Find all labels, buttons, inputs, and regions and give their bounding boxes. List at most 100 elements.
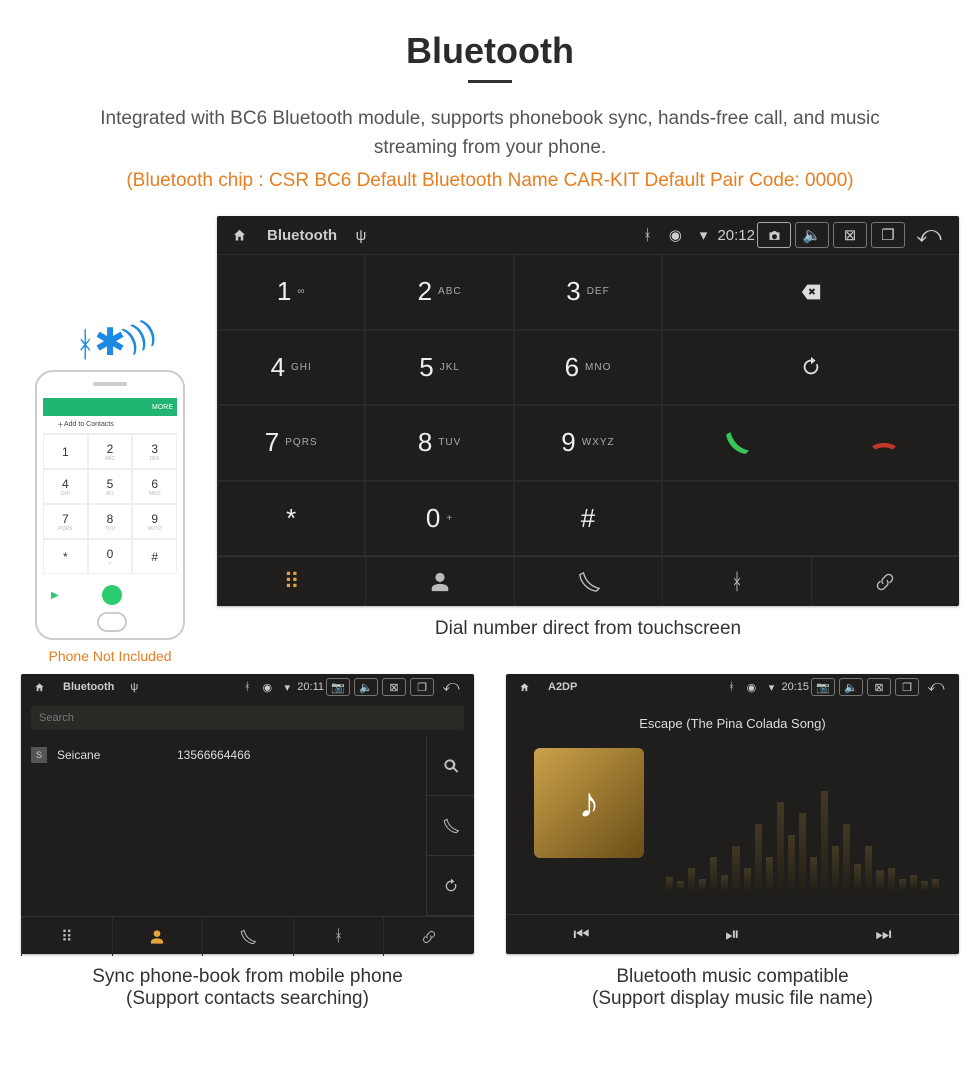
volume-icon[interactable]: 🔈 bbox=[354, 678, 378, 696]
music-caption: Bluetooth music compatible (Support disp… bbox=[506, 966, 959, 1010]
phone-key-3: 3DEF bbox=[132, 434, 177, 469]
key-5[interactable]: 5JKL bbox=[365, 330, 513, 406]
contacts-status-time: 20:11 bbox=[297, 681, 324, 693]
page-specs: (Bluetooth chip : CSR BC6 Default Blueto… bbox=[15, 170, 965, 192]
backspace-button[interactable] bbox=[662, 254, 959, 330]
phone-add-contacts: Add to Contacts bbox=[64, 421, 114, 428]
end-call-button[interactable] bbox=[811, 430, 958, 456]
camera-icon[interactable]: 📷 bbox=[811, 678, 835, 696]
nav-keypad-icon[interactable]: ⠿ bbox=[217, 557, 365, 606]
key-4[interactable]: 4GHI bbox=[217, 330, 365, 406]
key-*[interactable]: * bbox=[217, 481, 365, 557]
recent-apps-icon[interactable]: ❐ bbox=[410, 678, 434, 696]
nav-contacts-icon[interactable] bbox=[365, 557, 513, 606]
dialer-caption: Dial number direct from touchscreen bbox=[217, 618, 959, 640]
call-button[interactable] bbox=[663, 430, 810, 456]
volume-icon[interactable]: 🔈 bbox=[795, 222, 829, 248]
phone-caption: Phone Not Included bbox=[21, 648, 199, 664]
phone-call-icon bbox=[102, 585, 122, 605]
back-icon[interactable]: ⤺ bbox=[921, 678, 951, 696]
close-icon[interactable]: ⊠ bbox=[833, 222, 867, 248]
nav-contacts-icon[interactable] bbox=[112, 917, 203, 956]
close-icon[interactable]: ⊠ bbox=[382, 678, 406, 696]
wifi-status-icon: ▾ bbox=[277, 681, 297, 694]
spacer: . bbox=[662, 481, 959, 557]
search-input[interactable]: Search bbox=[31, 706, 464, 730]
bt-status-icon: ᚼ bbox=[633, 227, 661, 244]
key-0[interactable]: 0+ bbox=[365, 481, 513, 557]
phone-key-7: 7PQRS bbox=[43, 504, 88, 539]
music-controls: ⏮ ⏯ ⏭ bbox=[506, 914, 959, 954]
nav-calllog-icon[interactable] bbox=[202, 917, 293, 956]
contacts-statusbar: Bluetooth ψ ᚼ ◉ ▾ 20:11 📷 🔈 ⊠ ❐ ⤺ bbox=[21, 674, 474, 700]
key-8[interactable]: 8TUV bbox=[365, 405, 513, 481]
video-call-icon: ▶ bbox=[51, 590, 59, 601]
nav-calllog-icon[interactable] bbox=[514, 557, 662, 606]
page-title: Bluetooth bbox=[15, 30, 965, 72]
key-6[interactable]: 6MNO bbox=[514, 330, 662, 406]
nav-link-icon[interactable] bbox=[811, 557, 959, 606]
volume-icon[interactable]: 🔈 bbox=[839, 678, 863, 696]
music-status-title: A2DP bbox=[548, 681, 577, 693]
gps-status-icon: ◉ bbox=[661, 226, 689, 244]
wifi-status-icon: ▾ bbox=[689, 226, 717, 244]
phone-key-2: 2ABC bbox=[88, 434, 133, 469]
music-status-time: 20:15 bbox=[781, 681, 809, 693]
song-title: Escape (The Pina Colada Song) bbox=[506, 716, 959, 731]
refresh-button[interactable] bbox=[662, 330, 959, 406]
phone-key-1: 1 bbox=[43, 434, 88, 469]
back-icon[interactable]: ⤺ bbox=[907, 221, 951, 249]
usb-icon: ψ bbox=[124, 681, 144, 693]
signal-waves-icon: ))) bbox=[119, 313, 161, 356]
bluetooth-icon: ✱))) ᚼ bbox=[35, 320, 185, 370]
bt-status-icon: ᚼ bbox=[237, 681, 257, 693]
close-icon[interactable]: ⊠ bbox=[867, 678, 891, 696]
next-track-button[interactable]: ⏭ bbox=[808, 915, 959, 954]
nav-keypad-icon[interactable]: ⠿ bbox=[21, 917, 112, 956]
back-icon[interactable]: ⤺ bbox=[436, 678, 466, 696]
gps-status-icon: ◉ bbox=[257, 681, 277, 694]
camera-icon[interactable] bbox=[757, 222, 791, 248]
previous-track-button[interactable]: ⏮ bbox=[506, 915, 657, 954]
contacts-panel: Bluetooth ψ ᚼ ◉ ▾ 20:11 📷 🔈 ⊠ ❐ ⤺ Search… bbox=[21, 674, 474, 954]
phone-top-label: MORE bbox=[152, 404, 173, 411]
call-actions-row bbox=[662, 405, 959, 481]
dialer-status-title: Bluetooth bbox=[267, 227, 337, 244]
home-icon[interactable] bbox=[29, 681, 49, 693]
gps-status-icon: ◉ bbox=[741, 681, 761, 694]
key-7[interactable]: 7PQRS bbox=[217, 405, 365, 481]
contact-row[interactable]: SSeicane13566664466 bbox=[31, 740, 416, 770]
home-icon[interactable] bbox=[225, 227, 253, 244]
dialer-status-time: 20:12 bbox=[717, 227, 755, 244]
dialer-panel: Bluetooth ψ ᚼ ◉ ▾ 20:12 🔈 ⊠ ❐ ⤺ 1∞2ABC3D… bbox=[217, 216, 959, 606]
recent-apps-icon[interactable]: ❐ bbox=[895, 678, 919, 696]
home-icon[interactable] bbox=[514, 681, 534, 693]
contacts-bottom-nav: ⠿ ᚼ bbox=[21, 916, 474, 956]
nav-bluetooth-icon[interactable]: ᚼ bbox=[662, 557, 810, 606]
phone-key-0: 0+ bbox=[88, 539, 133, 574]
camera-icon[interactable]: 📷 bbox=[326, 678, 350, 696]
call-icon[interactable] bbox=[427, 796, 474, 856]
search-icon[interactable] bbox=[427, 736, 474, 796]
phone-key-4: 4GHI bbox=[43, 469, 88, 504]
recent-apps-icon[interactable]: ❐ bbox=[871, 222, 905, 248]
phone-key-*: * bbox=[43, 539, 88, 574]
key-3[interactable]: 3DEF bbox=[514, 254, 662, 330]
key-#[interactable]: # bbox=[514, 481, 662, 557]
usb-icon: ψ bbox=[347, 227, 375, 244]
nav-bluetooth-icon[interactable]: ᚼ bbox=[293, 917, 384, 956]
key-1[interactable]: 1∞ bbox=[217, 254, 365, 330]
music-statusbar: A2DP ᚼ ◉ ▾ 20:15 📷 🔈 ⊠ ❐ ⤺ bbox=[506, 674, 959, 700]
key-9[interactable]: 9WXYZ bbox=[514, 405, 662, 481]
contacts-status-title: Bluetooth bbox=[63, 681, 114, 693]
wifi-status-icon: ▾ bbox=[761, 681, 781, 694]
bt-status-icon: ᚼ bbox=[721, 681, 741, 693]
phone-key-5: 5JKL bbox=[88, 469, 133, 504]
title-underline bbox=[468, 80, 512, 83]
phone-key-#: # bbox=[132, 539, 177, 574]
phone-key-6: 6MNO bbox=[132, 469, 177, 504]
key-2[interactable]: 2ABC bbox=[365, 254, 513, 330]
refresh-icon[interactable] bbox=[427, 856, 474, 916]
play-pause-button[interactable]: ⏯ bbox=[657, 915, 808, 954]
nav-link-icon[interactable] bbox=[383, 917, 474, 956]
